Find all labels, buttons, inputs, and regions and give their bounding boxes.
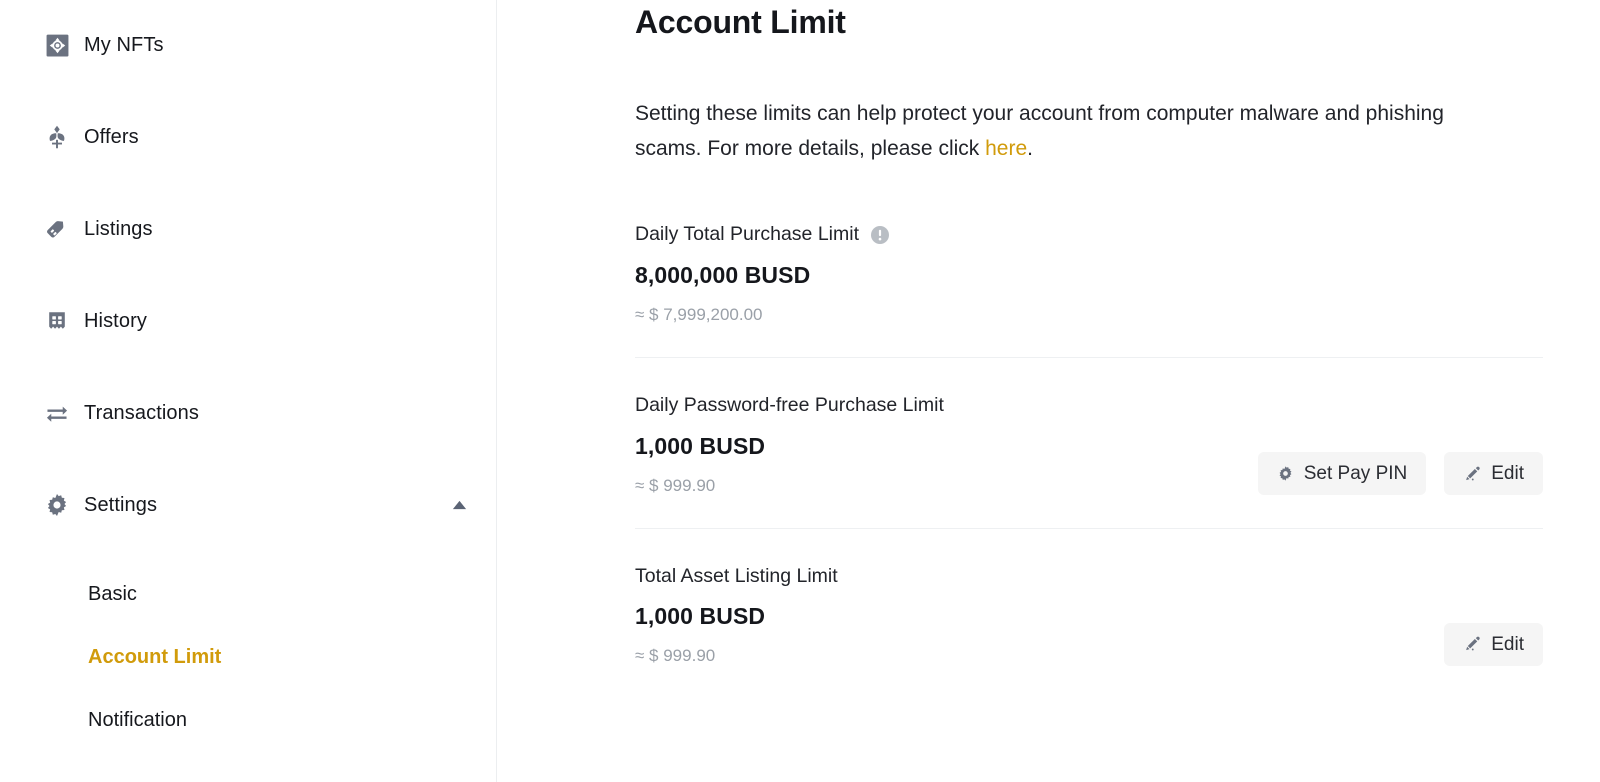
limit-approx-value: ≈ $ 999.90	[635, 646, 716, 665]
sidebar-item-listings[interactable]: Listings	[0, 202, 496, 256]
sidebar-subitem-basic[interactable]: Basic	[0, 567, 496, 621]
set-pay-pin-button[interactable]: Set Pay PIN	[1257, 452, 1427, 495]
sidebar-item-history[interactable]: History	[0, 294, 496, 348]
pencil-icon	[1463, 465, 1481, 483]
receipt-icon	[44, 308, 70, 334]
sidebar-item-label: History	[84, 310, 147, 332]
gear-icon	[44, 492, 70, 518]
limit-approx-value: ≈ $ 7,999,200.00	[635, 305, 763, 324]
info-icon[interactable]	[870, 225, 890, 245]
caret-up-icon[interactable]	[450, 496, 468, 514]
edit-button[interactable]: Edit	[1444, 452, 1543, 495]
limit-label: Daily Password-free Purchase Limit	[635, 394, 944, 416]
tag-icon	[44, 216, 70, 242]
here-link[interactable]: here	[985, 137, 1027, 160]
sidebar-item-label: Settings	[84, 494, 158, 516]
intro-text-after: .	[1027, 137, 1033, 160]
limit-amount: 1,000 BUSD	[635, 603, 766, 629]
nft-icon	[44, 32, 70, 58]
transfer-arrows-icon	[44, 400, 70, 426]
offers-flower-icon	[44, 124, 70, 150]
limit-row-total-asset-listing: Total Asset Listing Limit 1,000 BUSD ≈ $…	[635, 529, 1543, 699]
account-limit-page: My NFTs Offers Listings History Transact…	[0, 0, 1600, 782]
sidebar-subitem-account-limit[interactable]: Account Limit	[0, 630, 496, 684]
sidebar-item-label: Listings	[84, 218, 153, 240]
sidebar-item-settings[interactable]: Settings	[0, 478, 496, 532]
sidebar-item-transactions[interactable]: Transactions	[0, 386, 496, 440]
sidebar-subitem-label: Account Limit	[88, 646, 222, 668]
limit-label-wrap: Daily Total Purchase Limit	[635, 225, 1543, 245]
sidebar-subitem-label: Notification	[88, 709, 187, 731]
pencil-icon	[1463, 635, 1481, 653]
limit-label-wrap: Daily Password-free Purchase Limit	[635, 394, 1543, 416]
sidebar-item-my-nfts[interactable]: My NFTs	[0, 18, 496, 72]
sidebar-item-label: Transactions	[84, 402, 199, 424]
limit-label: Daily Total Purchase Limit	[635, 223, 859, 246]
intro-paragraph: Setting these limits can help protect yo…	[635, 96, 1480, 166]
sidebar: My NFTs Offers Listings History Transact…	[0, 0, 497, 782]
button-label: Edit	[1491, 633, 1524, 655]
sidebar-item-offers[interactable]: Offers	[0, 110, 496, 164]
sidebar-subitem-label: Basic	[88, 583, 137, 605]
sidebar-item-label: My NFTs	[84, 34, 164, 56]
row-actions: Edit	[1444, 622, 1543, 666]
row-actions: Set Pay PIN Edit	[1257, 452, 1543, 495]
edit-button[interactable]: Edit	[1444, 622, 1543, 666]
limit-amount: 8,000,000 BUSD	[635, 262, 811, 288]
main-content: Account Limit Setting these limits can h…	[497, 0, 1600, 782]
limits-list: Daily Total Purchase Limit 8,000,000 BUS…	[635, 187, 1543, 698]
sidebar-subitem-notification[interactable]: Notification	[0, 693, 496, 747]
limit-row-daily-password-free-purchase: Daily Password-free Purchase Limit 1,000…	[635, 358, 1543, 528]
limit-label-wrap: Total Asset Listing Limit	[635, 564, 1543, 587]
gear-icon	[1277, 465, 1294, 482]
limit-label: Total Asset Listing Limit	[635, 564, 838, 587]
limit-row-daily-total-purchase: Daily Total Purchase Limit 8,000,000 BUS…	[635, 187, 1543, 357]
button-label: Edit	[1491, 463, 1524, 484]
page-title: Account Limit	[635, 4, 846, 40]
button-label: Set Pay PIN	[1303, 463, 1408, 484]
sidebar-item-label: Offers	[84, 126, 139, 148]
intro-text-before: Setting these limits can help protect yo…	[635, 102, 1444, 160]
